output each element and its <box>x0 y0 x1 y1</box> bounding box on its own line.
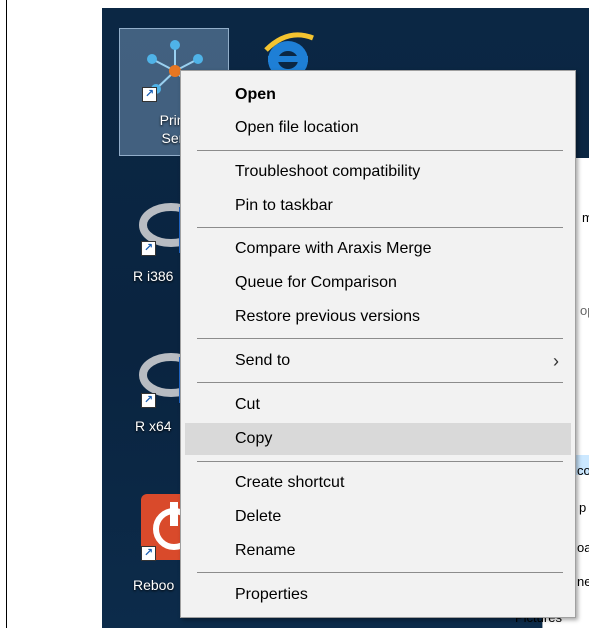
menu-item-restore-previous-versions[interactable]: Restore previous versions <box>185 301 571 333</box>
menu-item-queue-comparison[interactable]: Queue for Comparison <box>185 267 571 299</box>
menu-item-open[interactable]: Open <box>185 79 571 111</box>
chevron-right-icon: › <box>553 351 559 371</box>
shortcut-arrow-icon: ↗ <box>141 546 156 561</box>
menu-separator <box>197 338 563 339</box>
shortcut-arrow-icon: ↗ <box>142 87 157 102</box>
menu-item-copy[interactable]: Copy <box>185 423 571 455</box>
menu-separator <box>197 572 563 573</box>
explorer-text-fragment: ne <box>577 574 589 589</box>
menu-item-send-to[interactable]: Send to › <box>185 345 571 377</box>
menu-separator <box>197 150 563 151</box>
menu-item-rename[interactable]: Rename <box>185 535 571 567</box>
menu-item-create-shortcut[interactable]: Create shortcut <box>185 467 571 499</box>
menu-item-open-file-location[interactable]: Open file location <box>185 112 571 144</box>
menu-item-troubleshoot-compatibility[interactable]: Troubleshoot compatibility <box>185 156 571 188</box>
menu-item-properties[interactable]: Properties <box>185 579 571 611</box>
window-border <box>6 0 7 628</box>
menu-separator <box>197 461 563 462</box>
menu-item-pin-to-taskbar[interactable]: Pin to taskbar <box>185 190 571 222</box>
menu-item-label: Send to <box>235 352 291 369</box>
explorer-text-fragment: op <box>580 303 589 318</box>
menu-item-cut[interactable]: Cut <box>185 389 571 421</box>
explorer-text-fragment: m <box>582 210 589 225</box>
shortcut-arrow-icon: ↗ <box>141 393 156 408</box>
menu-item-compare-araxis[interactable]: Compare with Araxis Merge <box>185 233 571 265</box>
explorer-text-fragment: p <box>579 500 587 515</box>
explorer-text-fragment: co <box>577 463 589 478</box>
menu-item-delete[interactable]: Delete <box>185 501 571 533</box>
explorer-text-fragment: oa <box>577 540 589 555</box>
context-menu: Open Open file location Troubleshoot com… <box>180 70 576 618</box>
menu-separator <box>197 227 563 228</box>
menu-separator <box>197 382 563 383</box>
shortcut-arrow-icon: ↗ <box>141 241 156 256</box>
